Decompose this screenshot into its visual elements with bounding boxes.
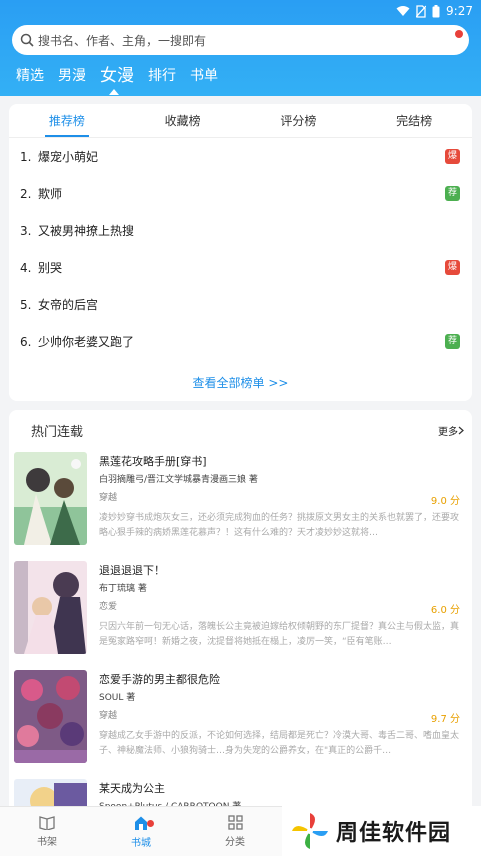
tab-bookstore-label: 书城: [131, 837, 151, 849]
rank-title: 爆宠小萌妃: [38, 150, 99, 164]
ranking-card: 推荐榜 收藏榜 评分榜 完结榜 1. 爆宠小萌妃爆 2. 欺师荐 3. 又被男神撩上热…: [9, 104, 472, 401]
grid-icon: [227, 815, 243, 830]
rank-number: 6.: [20, 334, 32, 349]
book-info: 退退退退下！ 布丁琉璃 著 恋爱 6.0 分 只因六年前一句无心话，落魄长公主竟…: [99, 563, 460, 650]
rank-number: 5.: [20, 297, 32, 312]
tab-ranking[interactable]: 排行: [148, 64, 176, 88]
tab-bookshelf[interactable]: 书架: [0, 807, 94, 856]
tab-booklist[interactable]: 书单: [190, 64, 218, 88]
hot-badge: 爆: [445, 149, 460, 164]
book-cover[interactable]: [14, 670, 87, 763]
book-description: 只因六年前一句无心话，落魄长公主竟被迫嫁给权倾朝野的东厂提督？真公主与假太监，真…: [99, 622, 460, 647]
rank-title: 少帅你老婆又跑了: [38, 335, 135, 349]
book-info: 某天成为公主 Spoon+Plutus / CARROTOON 著: [99, 781, 460, 808]
ranking-list: 1. 爆宠小萌妃爆 2. 欺师荐 3. 又被男神撩上热搜 4. 别哭爆 5. 女帝的后宫 …: [9, 138, 472, 360]
tab-category[interactable]: 分类: [188, 807, 282, 856]
book-cover[interactable]: [14, 561, 87, 654]
bookshelf-icon: [39, 816, 55, 830]
book-author: SOUL 著: [99, 693, 136, 703]
book-title[interactable]: 恋爱手游的男主都很危险: [99, 672, 460, 688]
rank-item[interactable]: 2. 欺师 荐: [9, 175, 472, 212]
bottom-navigation: 书架 书城 分类: [0, 806, 282, 856]
book-cover[interactable]: [14, 779, 87, 808]
tab-bookstore[interactable]: 书城: [94, 807, 188, 856]
book-genre: 穿越: [99, 711, 118, 721]
search-icon: [20, 33, 34, 47]
active-tab-indicator: [109, 89, 119, 95]
book-item[interactable]: 恋爱手游的男主都很危险 SOUL 著 穿越 9.7 分 穿越成乙女手游中的反派，…: [9, 668, 472, 777]
tab-completed-rank[interactable]: 完结榜: [356, 104, 472, 137]
book-title[interactable]: 某天成为公主: [99, 781, 460, 797]
wifi-icon: [396, 6, 410, 16]
battery-icon: [432, 4, 440, 17]
top-header: 9:27 搜书名、作者、主角，一搜即有 精选 男漫 女漫 排行 书单: [0, 0, 481, 96]
book-score: 9.0 分: [430, 496, 460, 507]
recommend-badge: 荐: [445, 186, 460, 201]
rank-item[interactable]: 3. 又被男神撩上热搜: [9, 212, 472, 249]
watermark-text: 周佳软件园: [336, 821, 452, 846]
book-description: 穿越成乙女手游中的反派，不论如何选择，结局都是死亡？冷漠大哥、毒舌二哥、嗜血皇太…: [99, 731, 460, 756]
book-info: 黑莲花攻略手册[穿书] 白羽摘雕弓/晋江文学城暴青漫画三娘 著 穿越 9.0 分…: [99, 454, 460, 541]
category-tabs: 精选 男漫 女漫 排行 书单: [16, 64, 218, 95]
more-label: 更多: [438, 426, 458, 438]
book-genre: 穿越: [99, 493, 118, 503]
view-all-rankings-link[interactable]: 查看全部榜单 >>: [9, 374, 472, 391]
tab-recommended-rank[interactable]: 推荐榜: [9, 104, 125, 137]
book-title[interactable]: 退退退退下！: [99, 563, 460, 579]
rank-number: 4.: [20, 260, 32, 275]
rank-item[interactable]: 6. 少帅你老婆又跑了 荐: [9, 323, 472, 360]
ranking-tabs: 推荐榜 收藏榜 评分榜 完结榜: [9, 104, 472, 138]
search-bar[interactable]: 搜书名、作者、主角，一搜即有: [12, 25, 469, 55]
recommend-badge: 荐: [445, 334, 460, 349]
rank-number: 2.: [20, 186, 32, 201]
tab-featured[interactable]: 精选: [16, 64, 44, 88]
book-description: 凌妙妙穿书成炮灰女三，还必须完成狗血的任务？挑拨原文男女主的关系也就罢了，还要攻…: [99, 513, 460, 538]
rank-title: 别哭: [38, 261, 63, 275]
book-item[interactable]: 某天成为公主 Spoon+Plutus / CARROTOON 著: [9, 777, 472, 808]
tab-category-label: 分类: [225, 837, 245, 848]
book-author: 白羽摘雕弓/晋江文学城暴青漫画三娘 著: [99, 475, 258, 485]
rank-item[interactable]: 1. 爆宠小萌妃 爆: [9, 138, 472, 175]
notification-dot: [455, 30, 463, 38]
no-sim-icon: [416, 4, 427, 18]
hot-serials-header: 热门连载 更多: [9, 410, 472, 450]
book-cover[interactable]: [14, 452, 87, 545]
rank-title: 女帝的后宫: [38, 298, 99, 312]
more-link[interactable]: 更多: [438, 423, 464, 438]
book-author: 布丁琉璃 著: [99, 584, 147, 594]
book-score: 9.7 分: [430, 714, 460, 725]
book-genre: 恋爱: [99, 602, 118, 612]
rank-item[interactable]: 4. 别哭 爆: [9, 249, 472, 286]
section-title: 热门连载: [31, 424, 84, 440]
book-item[interactable]: 退退退退下！ 布丁琉璃 著 恋爱 6.0 分 只因六年前一句无心话，落魄长公主竟…: [9, 559, 472, 668]
rank-title: 欺师: [38, 187, 63, 201]
book-item[interactable]: 黑莲花攻略手册[穿书] 白羽摘雕弓/晋江文学城暴青漫画三娘 著 穿越 9.0 分…: [9, 450, 472, 559]
hot-badge: 爆: [445, 260, 460, 275]
chevron-right-icon: [458, 426, 464, 434]
rank-number: 1.: [20, 149, 32, 164]
search-placeholder[interactable]: 搜书名、作者、主角，一搜即有: [38, 32, 206, 49]
hot-serials-card: 热门连载 更多 黑莲花攻略手册[穿书] 白羽摘雕弓/晋江文学城暴青漫画三娘 著 …: [9, 410, 472, 808]
tab-male-comics[interactable]: 男漫: [58, 64, 86, 88]
pinwheel-logo-icon: [292, 813, 328, 849]
tab-bookshelf-label: 书架: [37, 837, 57, 848]
notification-dot: [146, 820, 154, 827]
rank-item[interactable]: 5. 女帝的后宫: [9, 286, 472, 323]
rank-title: 又被男神撩上热搜: [38, 224, 135, 238]
status-time: 9:27: [446, 4, 473, 18]
book-score: 6.0 分: [430, 605, 460, 616]
tab-female-comics[interactable]: 女漫: [100, 64, 134, 88]
status-bar: 9:27: [396, 3, 473, 19]
book-info: 恋爱手游的男主都很危险 SOUL 著 穿越 9.7 分 穿越成乙女手游中的反派，…: [99, 672, 460, 759]
rank-number: 3.: [20, 223, 32, 238]
tab-rating-rank[interactable]: 评分榜: [241, 104, 357, 137]
watermark: 周佳软件园: [282, 806, 481, 856]
book-title[interactable]: 黑莲花攻略手册[穿书]: [99, 454, 460, 470]
tab-favorites-rank[interactable]: 收藏榜: [125, 104, 241, 137]
